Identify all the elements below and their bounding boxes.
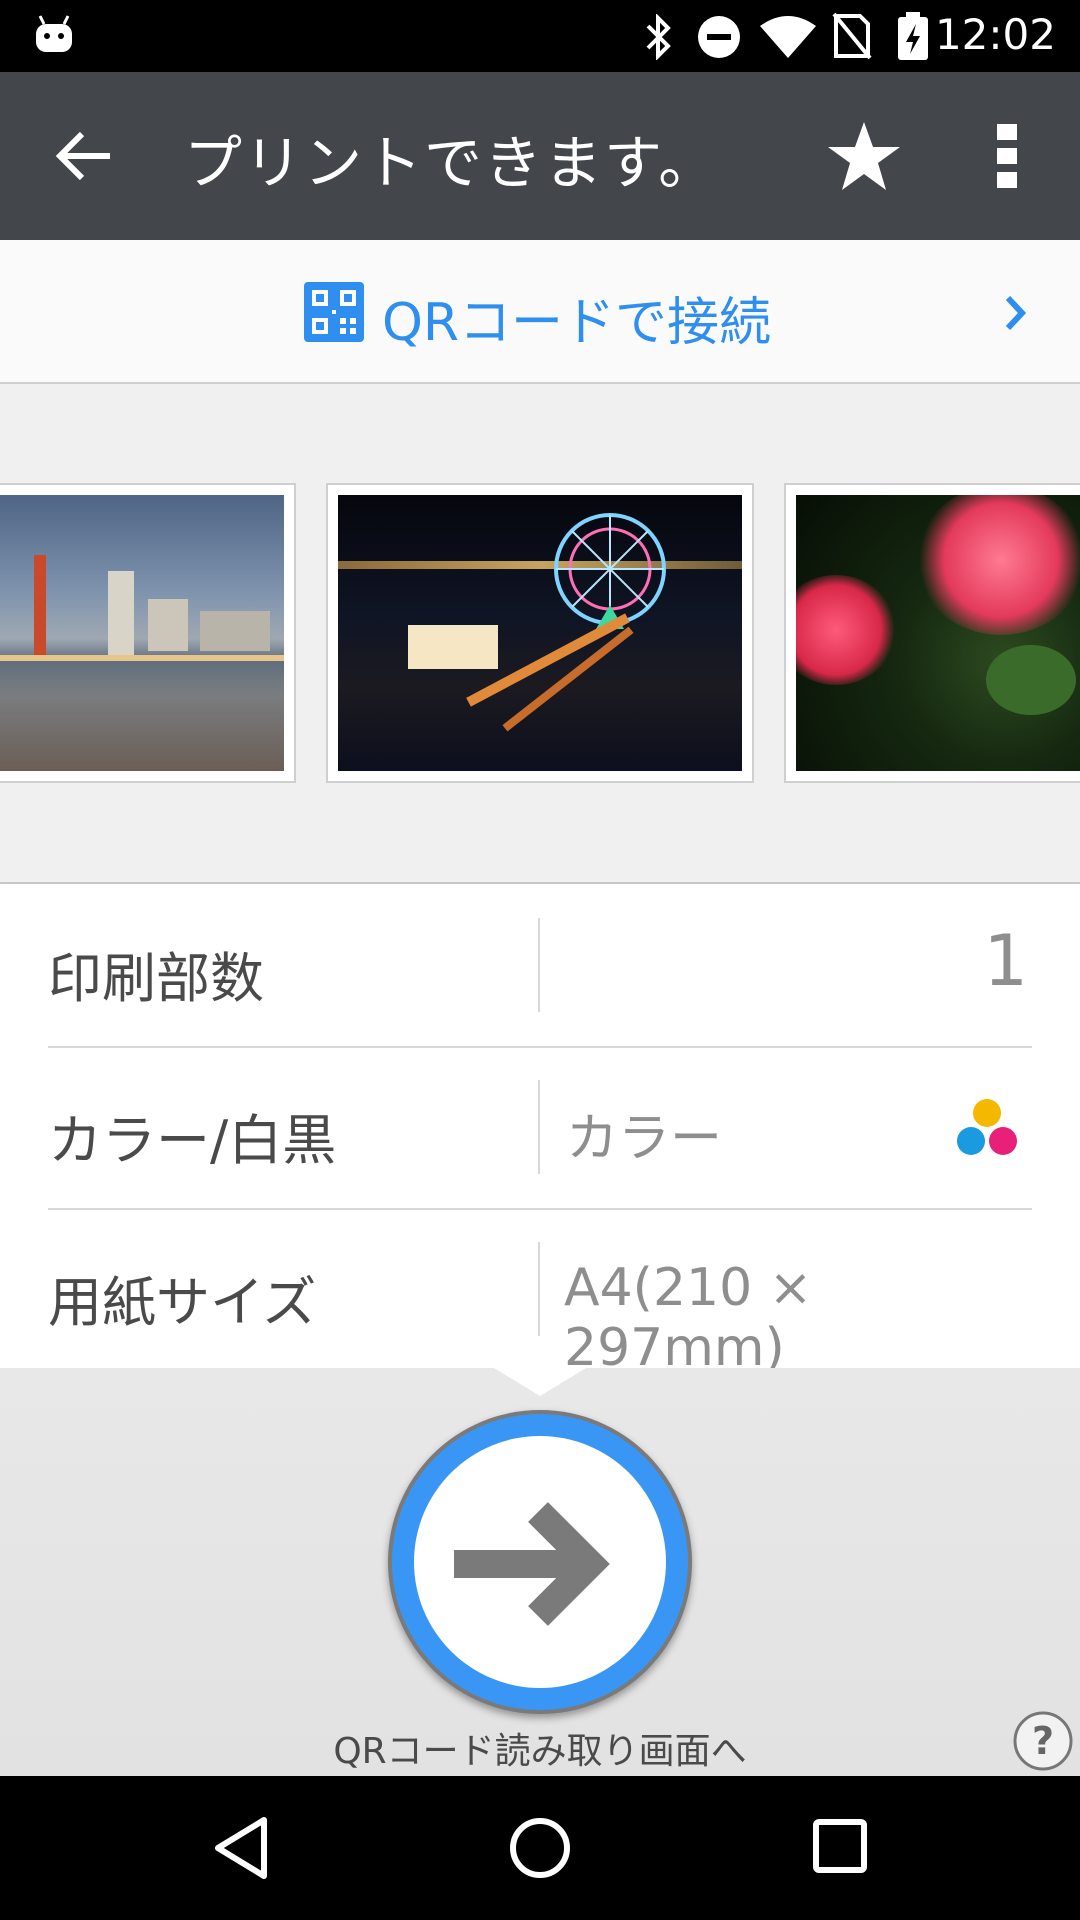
copies-label: 印刷部数 [48,947,264,1010]
photo-thumbnail[interactable] [0,483,296,783]
color-mode-row[interactable]: カラー/白黒 カラー [48,1046,1032,1208]
column-divider [538,1080,540,1174]
battery-charging-icon [898,12,928,60]
page-title: プリントできます。 [184,129,719,197]
pointer-notch [494,1368,586,1396]
qr-reader-button[interactable] [388,1410,692,1714]
paper-size-row[interactable]: 用紙サイズ A4(210 × 297mm) [48,1208,1032,1378]
status-time: 12:02 [934,10,1056,59]
qr-connect-label: QRコードで接続 [382,293,772,353]
arrow-forward-icon [454,1502,610,1626]
nav-back-icon[interactable] [212,1816,272,1880]
copies-value: 1 [983,920,1028,1002]
arrow-back-icon[interactable] [52,126,114,186]
do-not-disturb-icon [698,16,740,58]
chevron-right-icon [1005,295,1027,331]
star-icon[interactable] [826,120,902,192]
paper-size-label: 用紙サイズ [48,1271,317,1334]
bluetooth-icon [646,14,671,60]
help-icon[interactable]: ? [1012,1710,1074,1772]
svg-text:?: ? [1032,1719,1054,1763]
column-divider [538,918,540,1012]
android-icon [36,15,72,52]
photo-thumbnail[interactable] [784,483,1080,783]
navigation-bar [0,1776,1080,1920]
more-vert-icon[interactable] [994,122,1020,190]
no-sim-icon [832,12,872,60]
qr-connect-row[interactable]: QRコードで接続 [0,240,1080,384]
color-mode-value: カラー [566,1109,723,1169]
color-dots-icon [957,1099,1017,1155]
photo-red-flower [796,495,1080,771]
qr-reader-label: QRコード読み取り画面へ [333,1731,747,1772]
photo-port-tower [0,495,284,771]
photo-thumbnail[interactable] [326,483,754,783]
app-bar: プリントできます。 [0,72,1080,240]
photo-carousel[interactable] [0,384,1080,885]
photo-ferris-wheel [338,495,742,771]
ferris-wheel-graphic [554,513,666,629]
qr-code-icon [304,282,364,342]
copies-row[interactable]: 印刷部数 1 [48,884,1032,1046]
status-bar: 12:02 [0,0,1080,72]
paper-size-value: A4(210 × 297mm) [564,1258,813,1378]
wifi-icon [760,16,816,58]
action-area: QRコード読み取り画面へ ? [0,1368,1080,1776]
color-mode-label: カラー/白黒 [48,1109,337,1172]
nav-home-icon[interactable] [508,1816,572,1880]
print-settings: 印刷部数 1 カラー/白黒 カラー 用紙サイズ A4(210 × 297mm) [0,884,1080,1378]
nav-recents-icon[interactable] [812,1818,868,1874]
column-divider [538,1242,540,1336]
